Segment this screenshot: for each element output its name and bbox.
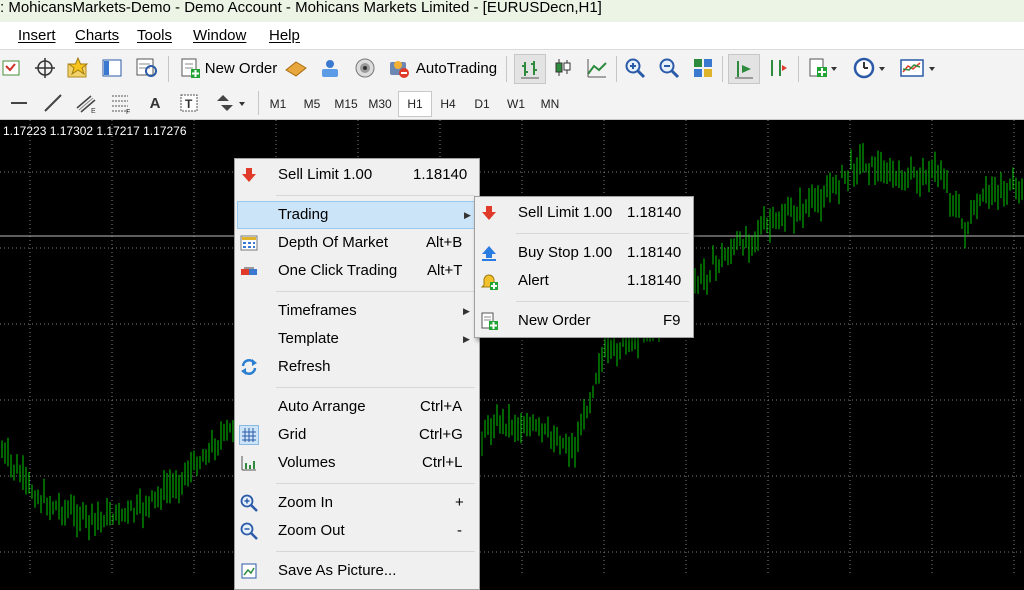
chart-shift-icon[interactable] [762, 54, 792, 82]
timeframe-mn[interactable]: MN [534, 93, 566, 115]
depth-of-market-icon [240, 235, 258, 251]
menu-insert[interactable]: Insert [18, 27, 56, 45]
tile-windows-icon[interactable] [688, 54, 718, 82]
price-chart[interactable] [0, 120, 1024, 576]
crosshair-icon[interactable] [32, 54, 58, 82]
signals-icon[interactable] [316, 54, 344, 82]
bar-chart-icon[interactable] [514, 54, 546, 84]
refresh-icon [241, 359, 257, 375]
submenu-arrow-icon: ▶ [464, 210, 471, 220]
zoom-in-icon [240, 494, 258, 512]
text-label-icon[interactable]: T [176, 89, 202, 117]
menu-item-save-as-picture[interactable]: Save As Picture... [237, 557, 475, 585]
timeframe-h1[interactable]: H1 [398, 91, 432, 117]
chart-area[interactable]: 1.17223 1.17302 1.17217 1.17276 [0, 120, 1024, 576]
alert-bell-icon [480, 274, 498, 290]
terminal-icon[interactable] [132, 54, 162, 82]
candlestick-chart-icon[interactable] [548, 54, 578, 82]
market-icon[interactable] [282, 54, 310, 82]
volumes-icon [241, 456, 256, 471]
window-title: : MohicansMarkets-Demo - Demo Account - … [0, 0, 602, 16]
submenu-item-buy-stop[interactable]: Buy Stop 1.00 1.18140 [477, 239, 689, 267]
menu-help[interactable]: Help [269, 27, 300, 45]
menu-window[interactable]: Window [193, 27, 246, 45]
submenu-item-new-order[interactable]: New Order F9 [477, 307, 689, 335]
horizontal-line-icon[interactable] [6, 89, 32, 117]
submenu-arrow-icon: ▶ [463, 306, 470, 316]
one-click-trading-icon [241, 267, 257, 275]
favorites-icon[interactable] [64, 54, 92, 82]
menu-bar: Insert Charts Tools Window Help [0, 22, 1024, 49]
timeframe-d1[interactable]: D1 [466, 93, 498, 115]
menu-item-depth-of-market[interactable]: Depth Of Market Alt+B [237, 229, 475, 257]
menu-charts[interactable]: Charts [75, 27, 119, 45]
buy-arrow-icon [482, 246, 496, 261]
svg-text:F: F [126, 109, 130, 114]
text-tool-icon[interactable]: A [142, 89, 168, 117]
menu-item-refresh[interactable]: Refresh [237, 353, 475, 381]
trendline-icon[interactable] [40, 89, 66, 117]
submenu-item-alert[interactable]: Alert 1.18140 [477, 267, 689, 295]
menu-tools[interactable]: Tools [137, 27, 172, 45]
new-order-button[interactable]: New Order [176, 54, 280, 82]
menu-item-auto-arrange[interactable]: Auto Arrange Ctrl+A [237, 393, 475, 421]
market-watch-icon[interactable] [0, 54, 22, 82]
ohlc-readout: 1.17223 1.17302 1.17217 1.17276 [3, 124, 187, 138]
auto-scroll-icon[interactable] [728, 54, 760, 84]
standard-toolbar: New Order AutoTrading [0, 49, 1024, 88]
zoom-out-icon[interactable] [654, 54, 684, 82]
indicators-dropdown-icon[interactable] [804, 54, 842, 82]
timeframe-m15[interactable]: M15 [330, 93, 362, 115]
autotrading-icon [389, 61, 409, 78]
timeframe-w1[interactable]: W1 [500, 93, 532, 115]
timeframe-m30[interactable]: M30 [364, 93, 396, 115]
autotrading-button[interactable]: AutoTrading [384, 54, 500, 82]
menu-item-one-click-trading[interactable]: One Click Trading Alt+T [237, 257, 475, 285]
menu-item-template[interactable]: Template ▶ [237, 325, 475, 353]
menu-item-zoom-in[interactable]: Zoom In + [237, 489, 475, 517]
sell-arrow-icon [242, 168, 256, 182]
sell-arrow-icon [482, 206, 496, 220]
drawing-toolbar: E F A T M1 M5 M15 M30 H1 H4 D1 W1 MN [0, 87, 1024, 120]
title-bar: : MohicansMarkets-Demo - Demo Account - … [0, 0, 1024, 23]
save-picture-icon [241, 563, 257, 579]
fibonacci-icon[interactable]: F [106, 89, 136, 117]
line-chart-icon[interactable] [582, 54, 612, 82]
svg-text:E: E [91, 108, 96, 114]
submenu-arrow-icon: ▶ [463, 334, 470, 344]
arrows-dropdown-icon[interactable] [210, 89, 250, 117]
chart-context-menu: Sell Limit 1.00 1.18140 Trading ▶ Depth … [234, 158, 480, 590]
menu-item-volumes[interactable]: Volumes Ctrl+L [237, 449, 475, 477]
vps-icon[interactable] [350, 54, 380, 82]
menu-item-zoom-out[interactable]: Zoom Out - [237, 517, 475, 545]
menu-item-trading[interactable]: Trading ▶ [237, 201, 475, 229]
menu-item-timeframes[interactable]: Timeframes ▶ [237, 297, 475, 325]
menu-item-sell-limit[interactable]: Sell Limit 1.00 1.18140 [237, 161, 475, 189]
equidistant-channel-icon[interactable]: E [72, 89, 102, 117]
navigator-icon[interactable] [98, 54, 126, 82]
periods-clock-icon[interactable] [850, 54, 890, 82]
new-order-label: New Order [204, 59, 278, 77]
menu-item-grid[interactable]: Grid Ctrl+G [237, 421, 475, 449]
autotrading-label: AutoTrading [415, 59, 498, 77]
submenu-item-sell-limit[interactable]: Sell Limit 1.00 1.18140 [477, 199, 689, 227]
timeframe-m1[interactable]: M1 [262, 93, 294, 115]
new-order-icon [181, 58, 200, 78]
trading-submenu: Sell Limit 1.00 1.18140 Buy Stop 1.00 1.… [474, 196, 694, 338]
zoom-in-icon[interactable] [620, 54, 650, 82]
grid-icon [239, 425, 259, 445]
zoom-out-icon [240, 522, 258, 540]
timeframe-m5[interactable]: M5 [296, 93, 328, 115]
timeframe-h4[interactable]: H4 [432, 93, 464, 115]
templates-icon[interactable] [896, 54, 940, 82]
new-order-icon [481, 312, 498, 330]
svg-text:T: T [185, 97, 193, 111]
